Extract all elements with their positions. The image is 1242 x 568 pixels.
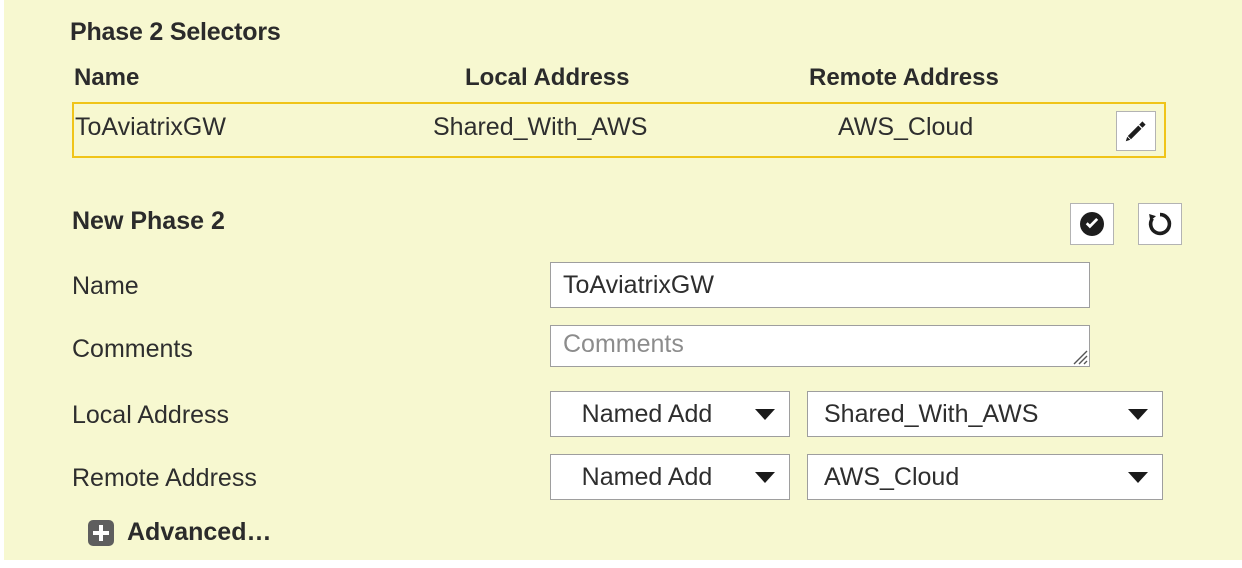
label-comments: Comments [72,335,193,364]
editor-title: New Phase 2 [72,207,225,236]
plus-square-icon [88,520,114,546]
cell-remote-address: AWS_Cloud [838,113,973,142]
column-header-remote-address: Remote Address [809,64,999,92]
advanced-label: Advanced… [127,518,271,547]
remote-address-value: AWS_Cloud [808,455,1116,499]
chevron-down-icon [755,409,775,420]
chevron-down-icon [755,472,775,483]
column-header-name: Name [74,64,139,92]
chevron-down-icon [1128,472,1148,483]
check-circle-icon [1078,210,1106,238]
local-address-type-value: Named Add [551,392,743,436]
local-address-value-select[interactable]: Shared_With_AWS [807,391,1163,437]
edit-row-button[interactable] [1116,111,1156,151]
remote-address-type-value: Named Add [551,455,743,499]
phase2-selectors-panel: Phase 2 Selectors Name Local Address Rem… [4,0,1242,560]
name-input[interactable] [550,262,1090,308]
local-address-type-select[interactable]: Named Add [550,391,790,437]
column-header-local-address: Local Address [465,64,630,92]
comments-wrapper [550,325,1090,367]
label-remote-address: Remote Address [72,464,257,493]
local-address-value: Shared_With_AWS [808,392,1116,436]
remote-address-value-select[interactable]: AWS_Cloud [807,454,1163,500]
cell-local-address: Shared_With_AWS [433,113,647,142]
label-name: Name [72,272,139,301]
page-title: Phase 2 Selectors [70,18,281,47]
advanced-toggle[interactable]: Advanced… [88,518,271,547]
cell-name: ToAviatrixGW [75,113,226,142]
label-local-address: Local Address [72,401,229,430]
undo-icon [1146,210,1174,238]
table-header-row: Name Local Address Remote Address [72,64,1166,102]
pencil-icon [1123,118,1149,144]
chevron-down-icon [1128,409,1148,420]
remote-address-type-select[interactable]: Named Add [550,454,790,500]
comments-input[interactable] [550,325,1090,367]
revert-button[interactable] [1138,203,1182,245]
phase2-selectors-table: Name Local Address Remote Address ToAvia… [72,64,1166,158]
table-row[interactable]: ToAviatrixGW Shared_With_AWS AWS_Cloud [72,102,1166,158]
apply-button[interactable] [1070,203,1114,245]
